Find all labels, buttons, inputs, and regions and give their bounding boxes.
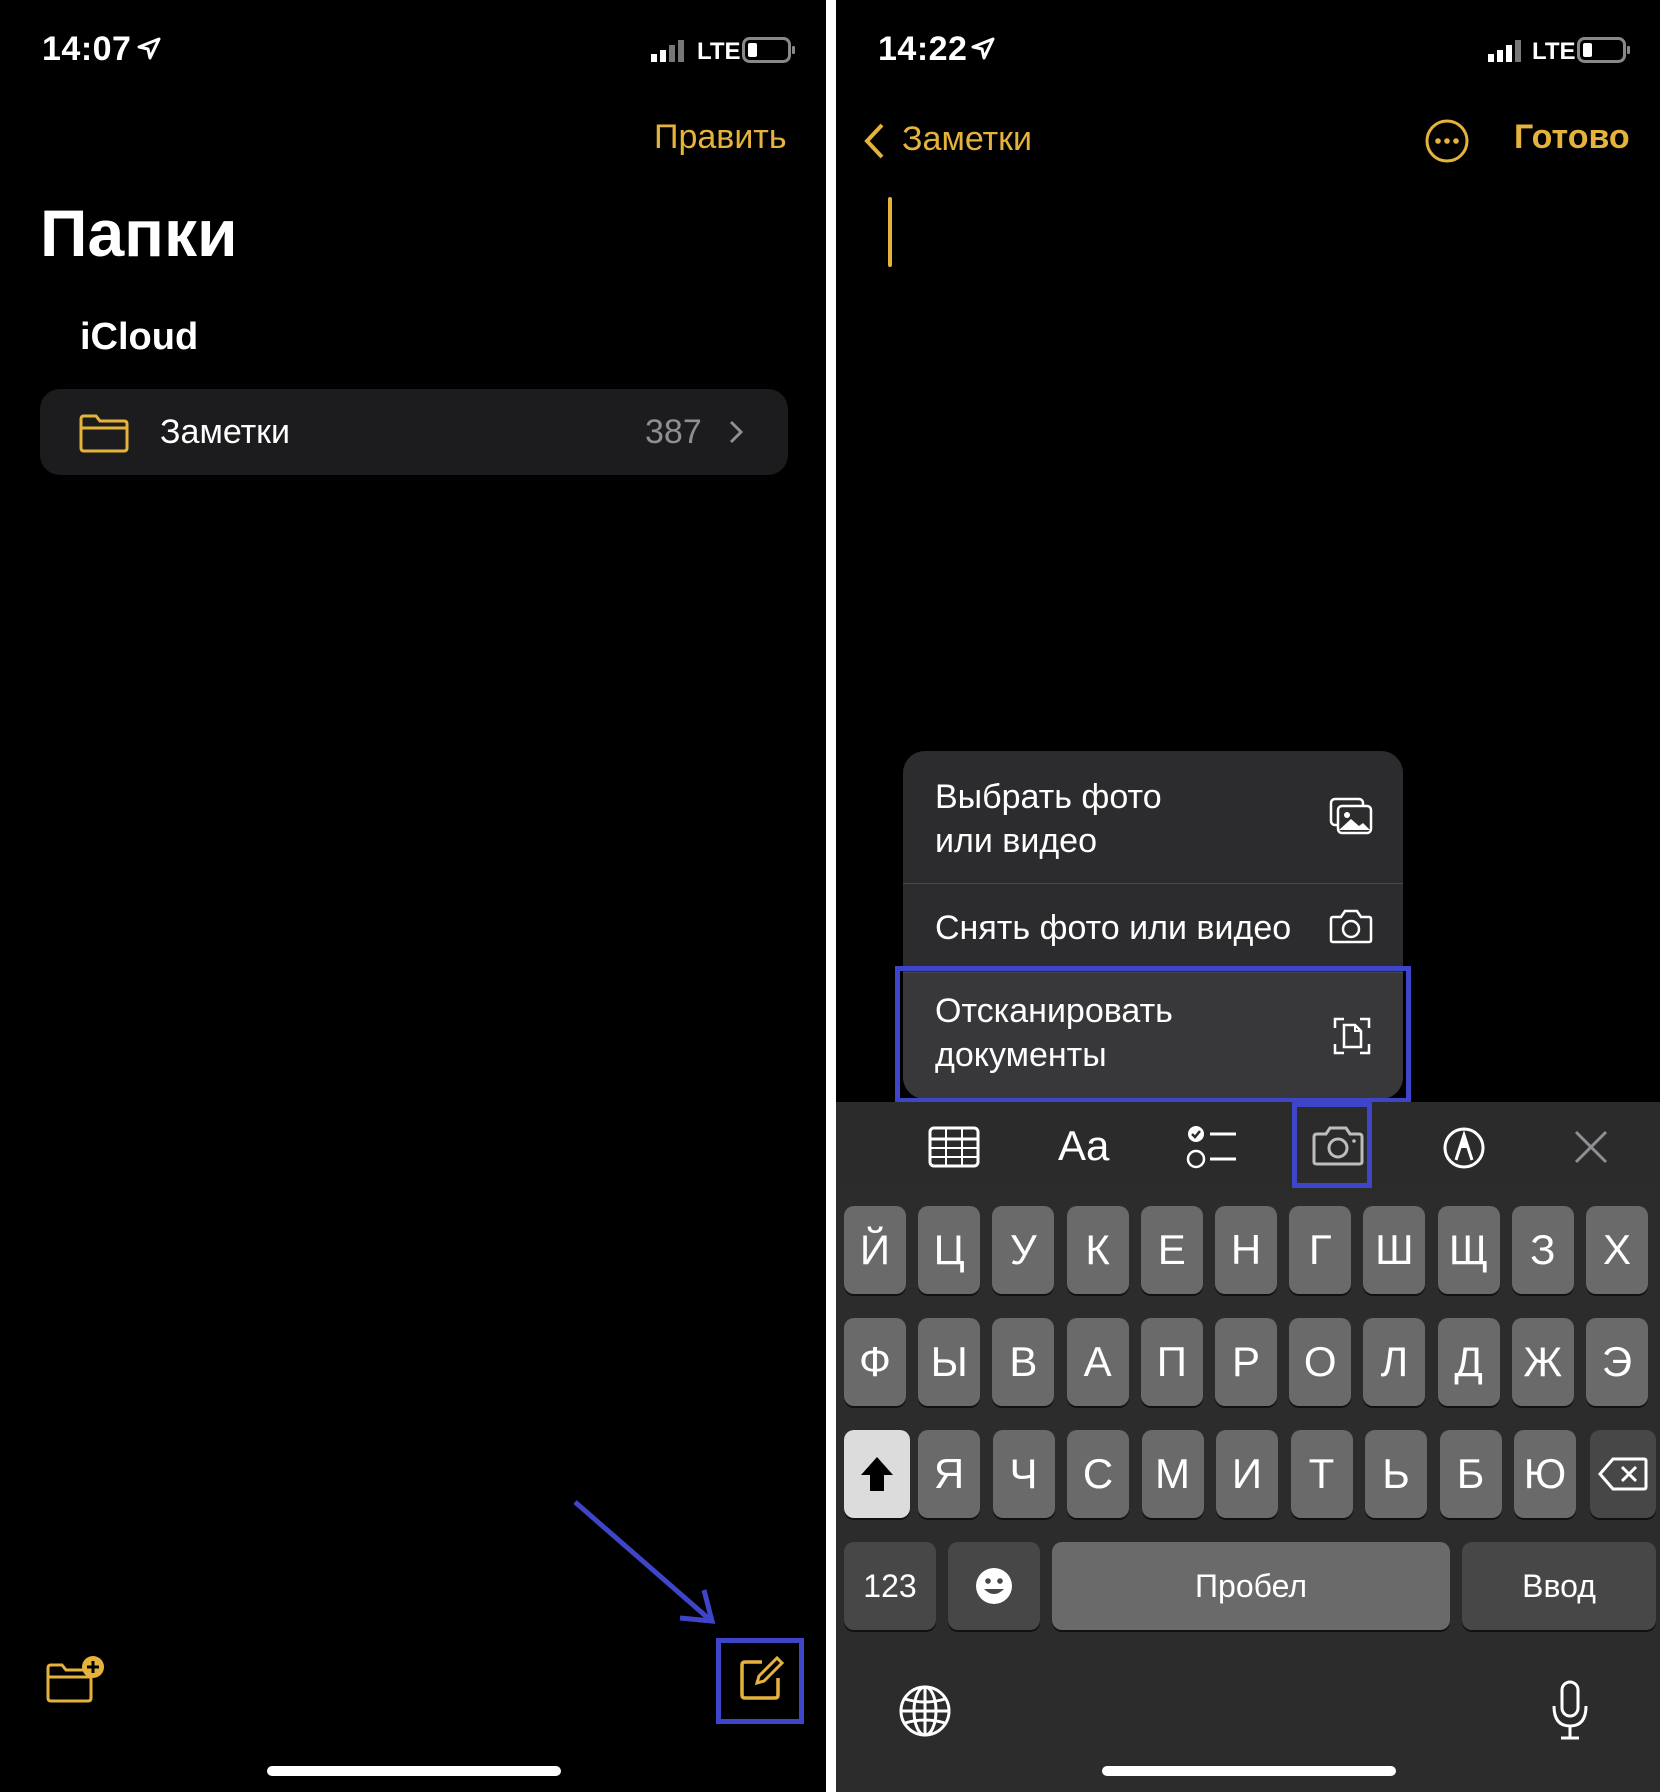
key-р[interactable]: Р [1215,1318,1277,1406]
microphone-icon[interactable] [1550,1680,1590,1742]
signal-icon [1488,40,1521,62]
shift-key[interactable] [844,1430,910,1518]
key-ь[interactable]: Ь [1365,1430,1427,1518]
key-к[interactable]: К [1066,1206,1129,1294]
backspace-icon [1598,1457,1648,1491]
battery-icon [742,37,795,63]
key-щ[interactable]: Щ [1437,1206,1500,1294]
folder-icon [79,414,129,453]
key-ю[interactable]: Ю [1514,1430,1576,1518]
key-ч[interactable]: Ч [992,1430,1055,1518]
key-е[interactable]: Е [1140,1206,1203,1294]
edit-button[interactable]: Править [654,118,787,157]
globe-icon[interactable] [898,1684,952,1738]
delete-key[interactable] [1590,1430,1656,1518]
menu-item-choose-photo[interactable]: Выбрать фото или видео [903,751,1403,883]
folder-name: Заметки [160,413,291,451]
key-в[interactable]: В [992,1318,1055,1406]
menu-item-take-photo[interactable]: Снять фото или видео [903,884,1403,972]
location-icon [971,37,995,60]
photo-library-icon [1329,797,1373,835]
checklist-icon[interactable] [1186,1124,1238,1170]
key-п[interactable]: П [1140,1318,1203,1406]
left-screen: 14:07 LTE Править Папки iCloud Заметки 3… [0,0,826,1792]
close-icon[interactable] [1572,1128,1610,1166]
folder-row-notes[interactable]: Заметки 387 [40,389,788,475]
menu-label-line1: Выбрать фото [935,778,1162,816]
key-б[interactable]: Б [1439,1430,1502,1518]
text-style-button[interactable]: Aa [1058,1122,1109,1170]
status-time: 14:22 [878,30,968,68]
key-с[interactable]: С [1067,1430,1129,1518]
signal-icon [651,40,684,62]
numbers-key[interactable]: 123 [844,1542,936,1630]
key-д[interactable]: Д [1437,1318,1500,1406]
key-т[interactable]: Т [1290,1430,1353,1518]
chevron-left-icon [864,123,884,159]
scan-highlight [895,966,1411,1103]
menu-label-line1: Снять фото или видео [935,909,1292,947]
key-ж[interactable]: Ж [1511,1318,1574,1406]
home-indicator [267,1766,561,1776]
key-з[interactable]: З [1511,1206,1574,1294]
camera-highlight [1292,1102,1372,1188]
new-folder-button[interactable] [44,1654,106,1704]
camera-icon [1329,909,1373,944]
key-г[interactable]: Г [1289,1206,1352,1294]
table-icon[interactable] [928,1126,980,1168]
key-и[interactable]: И [1216,1430,1278,1518]
emoji-icon [976,1568,1012,1604]
location-icon [137,37,161,60]
right-screen: 14:22 LTE Заметки Готово Выбрать фото ил… [836,0,1660,1792]
key-й[interactable]: Й [844,1206,906,1294]
menu-label-line2: или видео [935,822,1097,860]
home-indicator [1102,1766,1396,1776]
chevron-right-icon [729,420,744,444]
markup-icon[interactable] [1442,1126,1486,1170]
emoji-key[interactable] [948,1542,1040,1630]
key-ш[interactable]: Ш [1363,1206,1426,1294]
key-о[interactable]: О [1289,1318,1352,1406]
format-toolbar: Aa [836,1102,1660,1190]
back-label: Заметки [902,120,1033,158]
section-header-icloud: iCloud [80,316,199,358]
page-title: Папки [40,196,238,270]
battery-icon [1577,37,1630,63]
network-label: LTE [1532,38,1576,65]
text-cursor [888,197,892,267]
status-time: 14:07 [42,30,132,68]
key-у[interactable]: У [992,1206,1055,1294]
space-key[interactable]: Пробел [1052,1542,1450,1630]
shift-arrow-icon [861,1457,893,1491]
key-м[interactable]: М [1141,1430,1204,1518]
key-ф[interactable]: Ф [844,1318,906,1406]
keyboard: ЙЦУКЕНГШЩЗХ ФЫВАПРОЛДЖЭ ЯЧСМИТЬБЮ 123 Проб… [836,1190,1660,1792]
key-а[interactable]: А [1066,1318,1129,1406]
key-э[interactable]: Э [1586,1318,1648,1406]
done-button[interactable]: Готово [1514,118,1630,157]
key-л[interactable]: Л [1363,1318,1426,1406]
key-ы[interactable]: Ы [918,1318,981,1406]
enter-key[interactable]: Ввод [1462,1542,1656,1630]
key-н[interactable]: Н [1215,1206,1277,1294]
key-ц[interactable]: Ц [918,1206,981,1294]
key-я[interactable]: Я [918,1430,980,1518]
key-х[interactable]: Х [1586,1206,1648,1294]
arrow-annotation [573,1500,716,1624]
more-options-button[interactable] [1424,118,1470,164]
folder-count: 387 [645,413,702,451]
network-label: LTE [697,38,741,65]
compose-button[interactable] [738,1656,784,1702]
